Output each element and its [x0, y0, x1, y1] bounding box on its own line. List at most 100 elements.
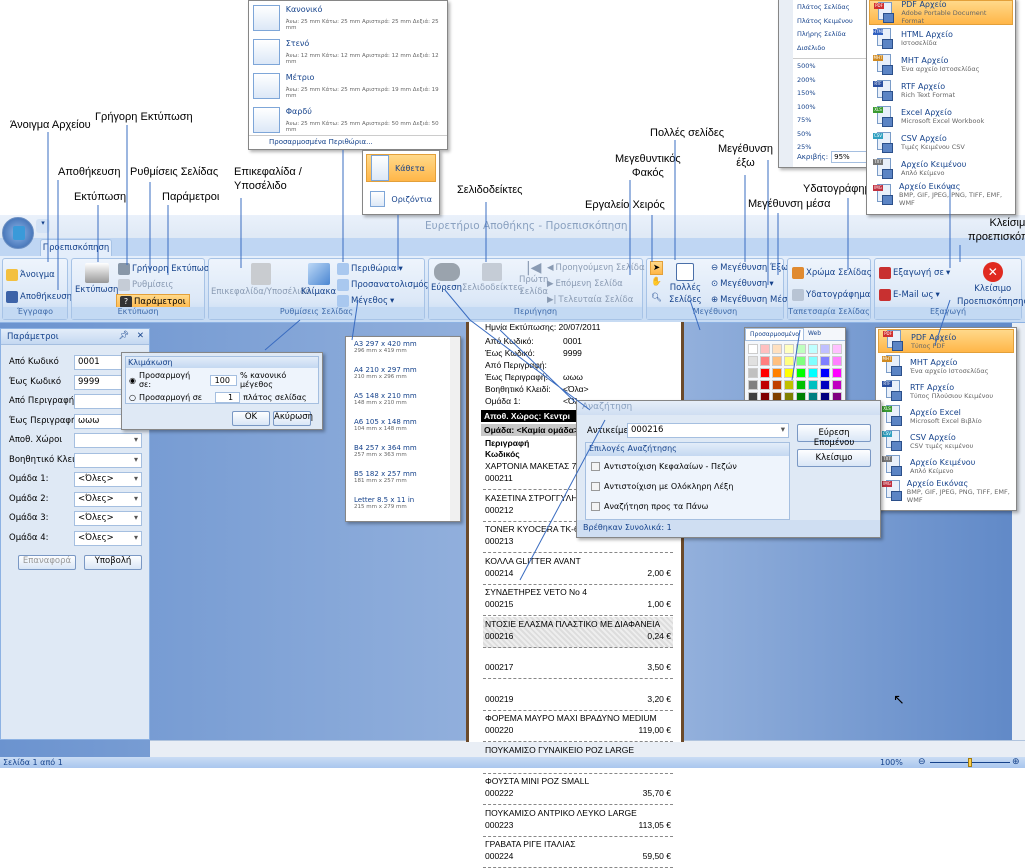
margin-option[interactable]: Κανονικό Άνω: 25 mm Κάτω: 25 mm Αριστερά:…	[249, 1, 447, 35]
color-swatch[interactable]	[748, 344, 758, 354]
checkbox[interactable]	[591, 481, 600, 491]
export-format-option[interactable]: TXT Αρχείο Κειμένου Απλό Κείμενο	[878, 454, 1014, 478]
color-swatch[interactable]	[772, 368, 782, 378]
pointer-tool[interactable]: ➤	[650, 261, 663, 275]
zoom-fit-option[interactable]: Πλάτος Σελίδας	[797, 3, 867, 17]
color-swatch[interactable]	[772, 356, 782, 366]
zoom-level-option[interactable]: 100%	[797, 103, 867, 117]
pin-icon[interactable]: 📌︎	[118, 331, 129, 341]
color-swatch[interactable]	[784, 356, 794, 366]
color-swatch[interactable]	[796, 344, 806, 354]
zoom-level-option[interactable]: 500%	[797, 62, 867, 76]
office-button[interactable]	[2, 217, 34, 249]
search-option[interactable]: Αντιστοίχιση Κεφαλαίων - Πεζών	[586, 456, 789, 476]
zoom-level-option[interactable]: 200%	[797, 76, 867, 90]
export-format-option[interactable]: IMG Αρχείο Εικόνας BMP, GIF, JPEG, PNG, TI…	[878, 479, 1014, 504]
orientation-button[interactable]: Προσανατολισμός ▾	[337, 279, 435, 291]
search-option[interactable]: Αναζήτηση προς τα Πάνω	[586, 496, 789, 516]
orientation-landscape[interactable]: Οριζόντια	[366, 185, 436, 213]
paper-size-option[interactable]: B4 257 x 364 mm 257 mm x 363 mm	[354, 444, 460, 470]
quick-access-dropdown[interactable]: ▾	[36, 219, 50, 233]
color-swatch[interactable]	[832, 344, 842, 354]
paper-size-option[interactable]: A3 297 x 420 mm 296 mm x 419 mm	[354, 340, 460, 366]
watermark-button[interactable]: Υδατογράφημα	[792, 289, 870, 301]
export-format-option[interactable]: CSV CSV Αρχείο Τιμές Κειμένου CSV	[869, 130, 1013, 155]
color-swatch[interactable]	[796, 368, 806, 378]
last-page-button[interactable]: ▶| Τελευταία Σελίδα	[547, 295, 633, 305]
zoom-out-icon[interactable]: ⊖	[918, 757, 926, 767]
zoom-in-icon[interactable]: ⊕	[1012, 757, 1020, 767]
find-input[interactable]: 000216 ▾	[627, 423, 789, 438]
header-footer-button[interactable]: Επικεφαλίδα/Υποσέλιδο	[211, 263, 311, 297]
close-button[interactable]: Κλείσιμο	[797, 449, 871, 467]
color-swatch[interactable]	[760, 368, 770, 378]
param-dropdown[interactable]: <Όλες>	[74, 491, 142, 507]
color-swatch[interactable]	[760, 356, 770, 366]
radio-selected[interactable]: ◉	[129, 376, 136, 385]
margin-option[interactable]: Στενό Άνω: 12 mm Κάτω: 12 mm Αριστερά: 12…	[249, 35, 447, 69]
search-option[interactable]: Αντιστοίχιση με Ολόκληρη Λέξη	[586, 476, 789, 496]
color-swatch[interactable]	[820, 344, 830, 354]
color-swatch[interactable]	[832, 356, 842, 366]
color-swatch[interactable]	[784, 344, 794, 354]
export-format-option[interactable]: PDF PDF Αρχείο Τύπος PDF	[878, 329, 1014, 353]
zoom-level-option[interactable]: 75%	[797, 116, 867, 130]
find-next-button[interactable]: Εύρεση Επομένου	[797, 424, 871, 448]
export-format-option[interactable]: IMG Αρχείο Εικόνας BMP, GIF, JPEG, PNG, TI…	[869, 182, 1013, 207]
export-format-option[interactable]: MHT MHT Αρχείο Ένα αρχείο Ιστοσελίδας	[869, 52, 1013, 77]
bookmarks-button[interactable]: Σελιδοδείκτες	[462, 263, 523, 293]
zoom-fit-option[interactable]: Πλάτος Κειμένου	[797, 17, 867, 31]
zoom-in-button[interactable]: ⊕ Μεγέθυνση Μέσα	[711, 295, 793, 305]
export-format-option[interactable]: PDF PDF Αρχείο Adobe Portable Document For…	[869, 0, 1013, 25]
pages-spinner[interactable]: 1	[215, 392, 241, 403]
magnifier-tool[interactable]: 🔍︎	[651, 293, 662, 303]
param-dropdown[interactable]: <Όλες>	[74, 530, 142, 546]
color-swatch[interactable]	[820, 356, 830, 366]
close-icon[interactable]: ✕	[137, 331, 144, 341]
find-button[interactable]: Εύρεση	[431, 263, 462, 293]
first-page-button[interactable]: |◀ Πρώτη Σελίδα	[519, 261, 548, 297]
color-swatch[interactable]	[796, 380, 806, 390]
paper-size-option[interactable]: A5 148 x 210 mm 148 mm x 210 mm	[354, 392, 460, 418]
paper-size-option[interactable]: A6 105 x 148 mm 104 mm x 148 mm	[354, 418, 460, 444]
paper-size-option[interactable]: A4 210 x 297 mm 210 mm x 296 mm	[354, 366, 460, 392]
submit-button[interactable]: Υποβολή	[84, 555, 142, 570]
margin-option[interactable]: Φαρδύ Άνω: 25 mm Κάτω: 25 mm Αριστερά: 50…	[249, 103, 447, 137]
color-swatch[interactable]	[820, 380, 830, 390]
margins-button[interactable]: Περιθώρια ▾	[337, 263, 403, 275]
color-swatch[interactable]	[820, 368, 830, 378]
param-dropdown[interactable]	[74, 452, 142, 468]
size-button[interactable]: Μέγεθος ▾	[337, 295, 394, 307]
quick-print-button[interactable]: Γρήγορη Εκτύπωση	[118, 263, 215, 275]
print-button[interactable]: Εκτύπωση	[75, 263, 118, 295]
color-swatch[interactable]	[748, 380, 758, 390]
ok-button[interactable]: OK	[232, 411, 270, 426]
color-swatch[interactable]	[808, 344, 818, 354]
cancel-button[interactable]: Ακύρωση	[273, 411, 313, 426]
color-swatch[interactable]	[832, 368, 842, 378]
close-preview-button[interactable]: ✕ Κλείσιμο Προεπισκόπησης	[957, 262, 1025, 308]
color-tab[interactable]: Web	[804, 328, 825, 340]
export-format-option[interactable]: HTML HTML Αρχείο Ιστοσελίδα	[869, 26, 1013, 51]
color-swatch[interactable]	[784, 368, 794, 378]
zoom-level-option[interactable]: 150%	[797, 89, 867, 103]
color-swatch[interactable]	[772, 344, 782, 354]
param-dropdown[interactable]: <Όλες>	[74, 511, 142, 526]
color-swatch[interactable]	[772, 380, 782, 390]
zoom-fit-option[interactable]: Δισέλιδο	[797, 44, 867, 58]
prev-page-button[interactable]: ◀ Προηγούμενη Σελίδα	[547, 263, 645, 273]
color-swatch[interactable]	[796, 356, 806, 366]
export-format-option[interactable]: CSV CSV Αρχείο CSV τιμές κειμένου	[878, 429, 1014, 453]
export-format-option[interactable]: XLS Αρχείο Excel Microsoft Excel Βιβλίο	[878, 404, 1014, 428]
color-swatch[interactable]	[784, 380, 794, 390]
color-swatch[interactable]	[832, 380, 842, 390]
color-swatch[interactable]	[808, 356, 818, 366]
color-swatch[interactable]	[748, 356, 758, 366]
param-dropdown[interactable]	[74, 433, 142, 448]
export-format-option[interactable]: XLS Excel Αρχείο Microsoft Excel Workbook	[869, 104, 1013, 129]
open-button[interactable]: Άνοιγμα	[6, 269, 55, 281]
zoom-level-option[interactable]: 50%	[797, 130, 867, 144]
many-pages-button[interactable]: Πολλές Σελίδες	[669, 263, 702, 305]
save-button[interactable]: Αποθήκευση	[6, 291, 72, 303]
color-swatch[interactable]	[748, 368, 758, 378]
